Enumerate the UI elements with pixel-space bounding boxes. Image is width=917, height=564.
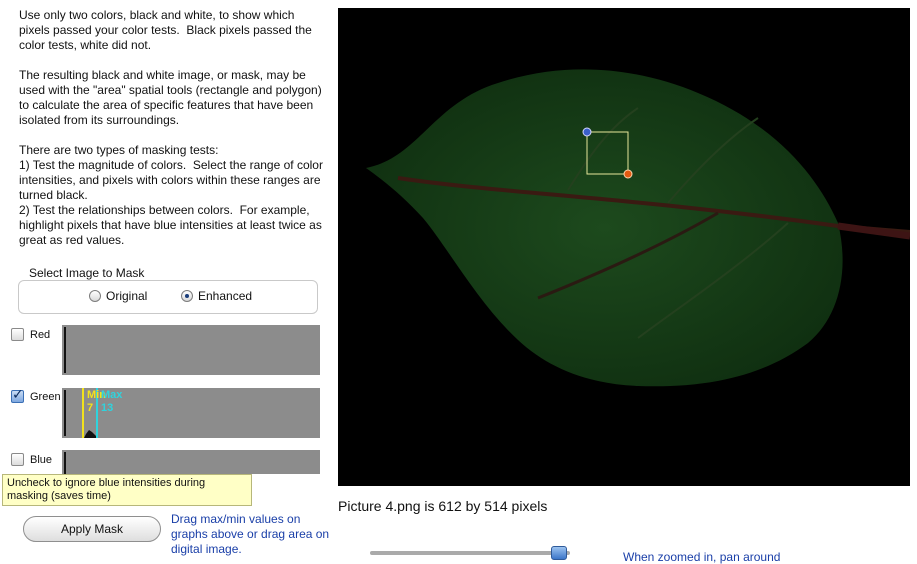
red-histogram[interactable]	[62, 325, 320, 375]
green-min-value: 7	[87, 402, 94, 414]
drag-instructions: Drag max/min values on graphs above or d…	[171, 512, 330, 556]
select-image-group: Original Enhanced	[18, 280, 318, 314]
red-checkbox-box[interactable]	[11, 328, 24, 341]
instructions-text: Use only two colors, black and white, to…	[19, 8, 323, 247]
select-image-label: Select Image to Mask	[29, 266, 145, 280]
zoom-slider-track[interactable]	[370, 551, 570, 555]
green-min-marker[interactable]	[82, 388, 84, 438]
green-histogram[interactable]: Min 7 Max 13	[62, 388, 320, 438]
zoom-slider-thumb[interactable]	[551, 546, 567, 560]
green-checkbox-box[interactable]	[11, 387, 24, 403]
leaf-stem	[837, 222, 910, 240]
leaf-image[interactable]	[338, 8, 910, 486]
blue-histogram-axis	[64, 452, 66, 474]
radio-original[interactable]: Original	[89, 289, 147, 303]
red-channel-label: Red	[30, 328, 51, 341]
green-max-label: Max	[101, 389, 123, 401]
leaf-shape	[366, 69, 843, 387]
zoom-note: When zoomed in, pan around	[623, 550, 781, 564]
blue-channel-label: Blue	[30, 453, 53, 466]
green-channel-checkbox[interactable]: Green	[11, 387, 61, 403]
selection-handle-bottom-right[interactable]	[623, 169, 633, 179]
blue-channel-checkbox[interactable]: Blue	[11, 453, 52, 466]
radio-original-dot[interactable]	[89, 290, 101, 302]
image-viewer[interactable]	[338, 8, 910, 486]
image-caption: Picture 4.png is 612 by 514 pixels	[338, 498, 548, 514]
blue-checkbox-tooltip: Uncheck to ignore blue intensities durin…	[2, 474, 252, 506]
radio-original-label: Original	[106, 289, 148, 303]
blue-checkbox-box[interactable]	[11, 453, 24, 466]
red-histogram-axis	[64, 327, 66, 373]
apply-mask-button[interactable]: Apply Mask	[23, 516, 161, 542]
selection-handle-top-left[interactable]	[582, 127, 592, 137]
radio-enhanced-dot[interactable]	[181, 290, 193, 302]
blue-histogram[interactable]	[62, 450, 320, 474]
radio-enhanced[interactable]: Enhanced	[181, 289, 252, 303]
green-max-value: 13	[101, 402, 114, 414]
green-channel-label: Green	[30, 390, 61, 403]
red-channel-checkbox[interactable]: Red	[11, 328, 50, 341]
radio-enhanced-label: Enhanced	[198, 289, 253, 303]
